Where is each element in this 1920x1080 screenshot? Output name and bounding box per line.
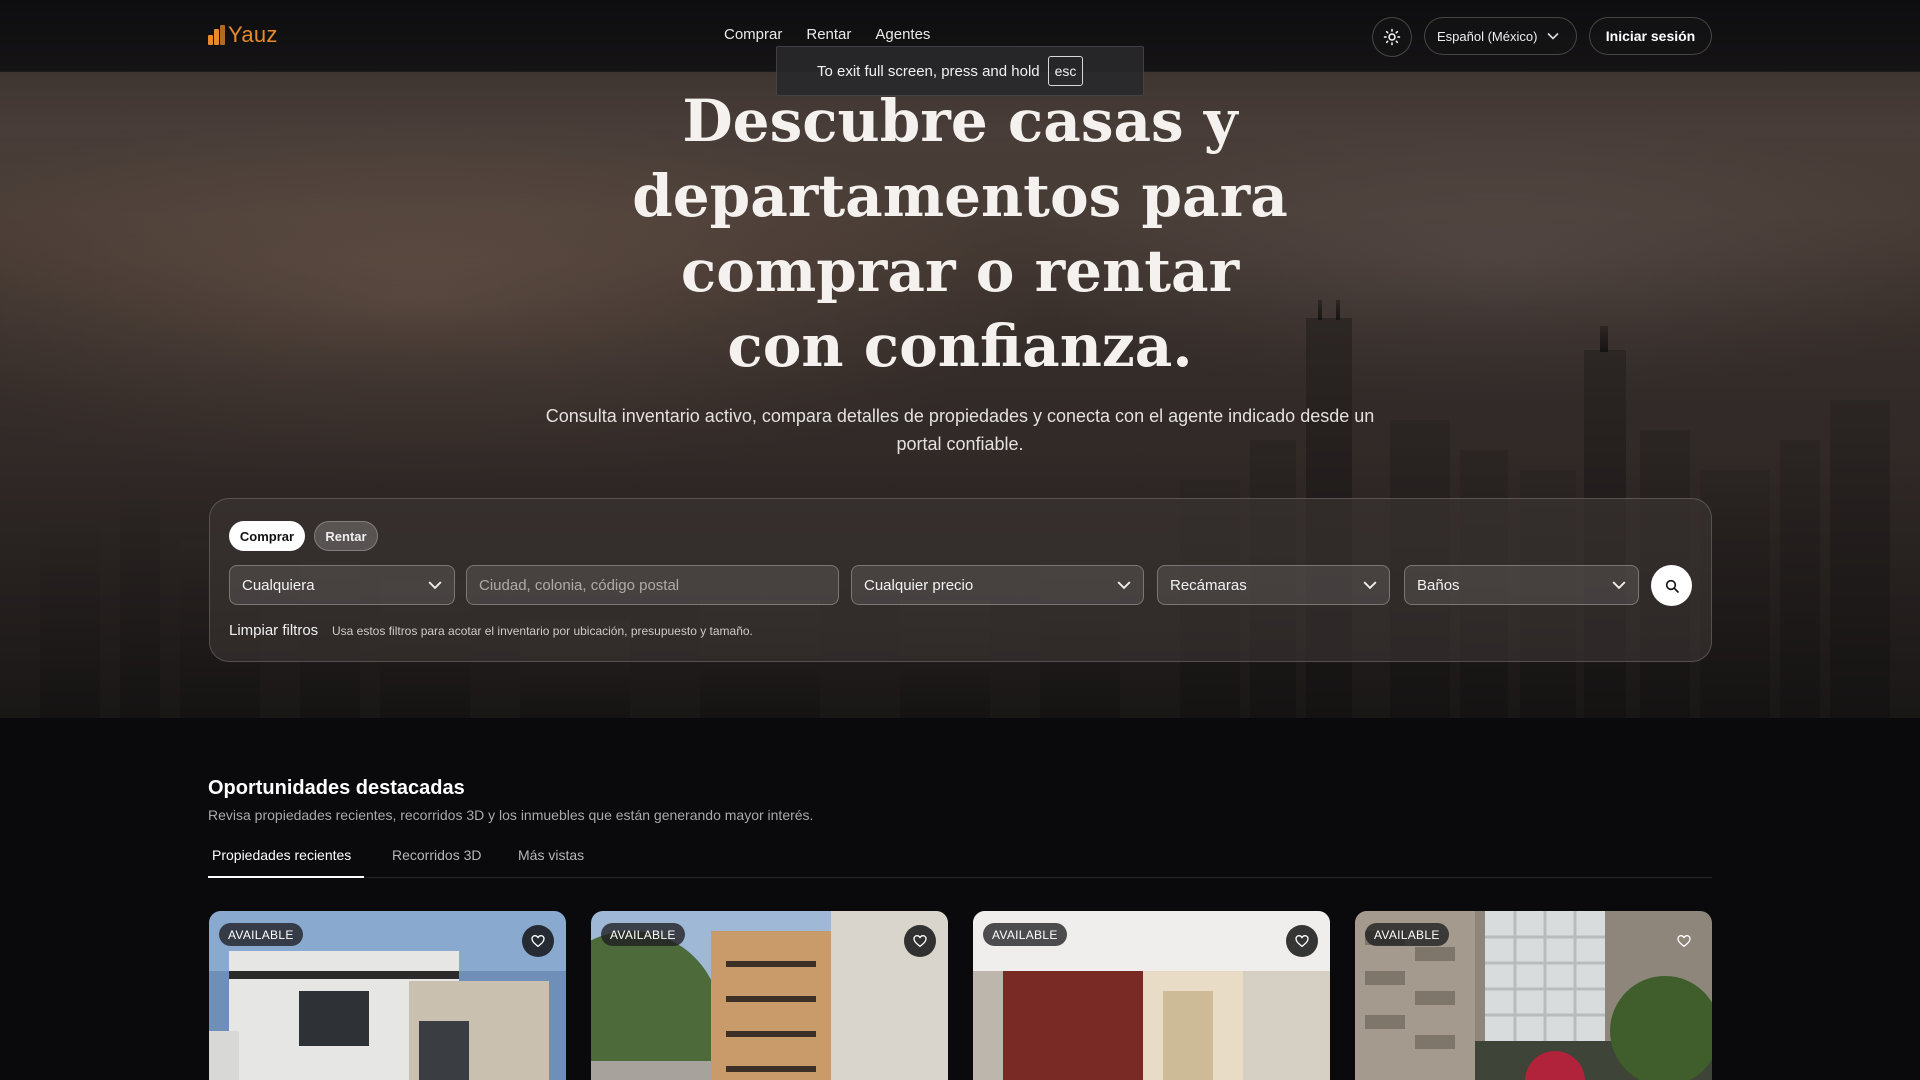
nav-item-comprar[interactable]: Comprar (724, 26, 782, 43)
favorite-button[interactable] (1286, 925, 1318, 957)
heart-icon (913, 934, 927, 948)
logo-bars-icon (208, 25, 225, 45)
availability-badge: AVAILABLE (1365, 923, 1449, 946)
favorite-button[interactable] (1668, 925, 1700, 957)
hero-title: Descubre casas y departamentos para comp… (560, 84, 1360, 384)
bedrooms-select[interactable]: Recámaras (1157, 565, 1390, 605)
tab-propiedades-recientes[interactable]: Propiedades recientes (212, 847, 351, 863)
theme-toggle-button[interactable] (1372, 17, 1412, 57)
hero-title-line: departamentos para (632, 162, 1288, 230)
hero-title-line: comprar o rentar (680, 237, 1240, 305)
availability-badge: AVAILABLE (601, 923, 685, 946)
tab-recorridos-3d[interactable]: Recorridos 3D (392, 847, 481, 863)
mode-tab-comprar[interactable]: Comprar (229, 521, 305, 551)
bathrooms-select[interactable]: Baños (1404, 565, 1639, 605)
mode-tab-rentar[interactable]: Rentar (314, 521, 378, 551)
hero-subtitle: Consulta inventario activo, compara deta… (545, 406, 1375, 454)
chevron-down-icon (1363, 581, 1377, 590)
hero-title-line: con confianza. (727, 312, 1193, 380)
search-panel: Comprar Rentar Cualquiera Cualquier prec… (209, 498, 1712, 662)
property-card[interactable]: AVAILABLE (591, 911, 948, 1080)
hero-title-line: Descubre casas y (682, 87, 1238, 155)
language-label: Español (México) (1437, 28, 1538, 44)
toast-key: esc (1047, 56, 1084, 86)
availability-badge: AVAILABLE (983, 923, 1067, 946)
location-input[interactable] (479, 576, 826, 594)
favorite-button[interactable] (904, 925, 936, 957)
language-select[interactable]: Español (México) (1424, 17, 1577, 55)
property-card[interactable]: AVAILABLE (209, 911, 566, 1080)
price-value: Cualquier precio (864, 576, 974, 594)
featured-tabs: Propiedades recientes Recorridos 3D Más … (208, 836, 1712, 878)
chevron-down-icon (1117, 581, 1131, 590)
location-field[interactable] (466, 565, 839, 605)
main-nav: Comprar Rentar Agentes (724, 26, 930, 43)
price-select[interactable]: Cualquier precio (851, 565, 1144, 605)
tab-mas-vistas[interactable]: Más vistas (518, 847, 584, 863)
property-card[interactable]: AVAILABLE (1355, 911, 1712, 1080)
sun-icon (1383, 28, 1401, 46)
heart-icon (531, 934, 545, 948)
bedrooms-value: Recámaras (1170, 576, 1247, 594)
bathrooms-value: Baños (1417, 576, 1460, 594)
chevron-down-icon (428, 581, 442, 590)
availability-badge: AVAILABLE (219, 923, 303, 946)
toast-text: To exit full screen, press and hold (817, 62, 1040, 80)
clear-filters-button[interactable]: Limpiar filtros (229, 622, 318, 639)
heart-icon (1295, 934, 1309, 948)
heart-icon (1677, 934, 1691, 948)
nav-item-agentes[interactable]: Agentes (875, 26, 930, 43)
search-icon (1665, 579, 1679, 593)
property-type-value: Cualquiera (242, 576, 315, 594)
chevron-down-icon (1612, 581, 1626, 590)
filters-hint: Usa estos filtros para acotar el inventa… (332, 624, 753, 638)
property-type-select[interactable]: Cualquiera (229, 565, 455, 605)
featured-subtitle: Revisa propiedades recientes, recorridos… (208, 807, 814, 823)
brand-logo[interactable]: Yauz (208, 22, 278, 48)
property-card[interactable]: AVAILABLE (973, 911, 1330, 1080)
brand-name: Yauz (228, 22, 278, 47)
favorite-button[interactable] (522, 925, 554, 957)
login-button[interactable]: Iniciar sesión (1589, 17, 1712, 55)
search-button[interactable] (1651, 565, 1692, 606)
active-tab-underline (208, 876, 364, 878)
featured-title: Oportunidades destacadas (208, 777, 465, 799)
nav-item-rentar[interactable]: Rentar (806, 26, 851, 43)
chevron-down-icon (1547, 32, 1560, 40)
